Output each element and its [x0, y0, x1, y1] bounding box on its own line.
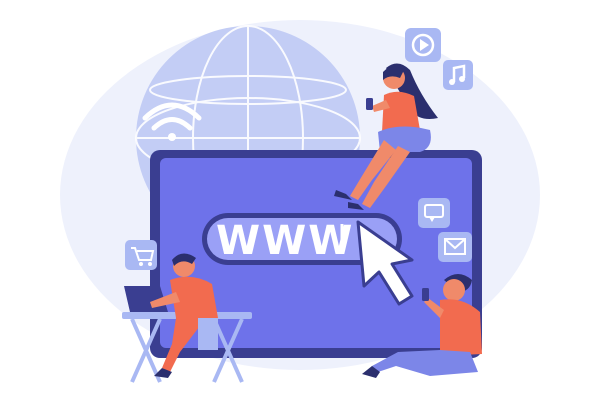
address-bar-text: WWW: [216, 218, 354, 264]
internet-illustration: WWW: [0, 0, 605, 400]
shopping-cart-icon: [125, 240, 157, 270]
music-note-icon: [443, 60, 473, 90]
scene-svg: WWW: [60, 20, 540, 383]
mail-icon: [438, 232, 472, 262]
play-icon: [405, 28, 441, 62]
chat-bubble-icon: [418, 198, 450, 228]
